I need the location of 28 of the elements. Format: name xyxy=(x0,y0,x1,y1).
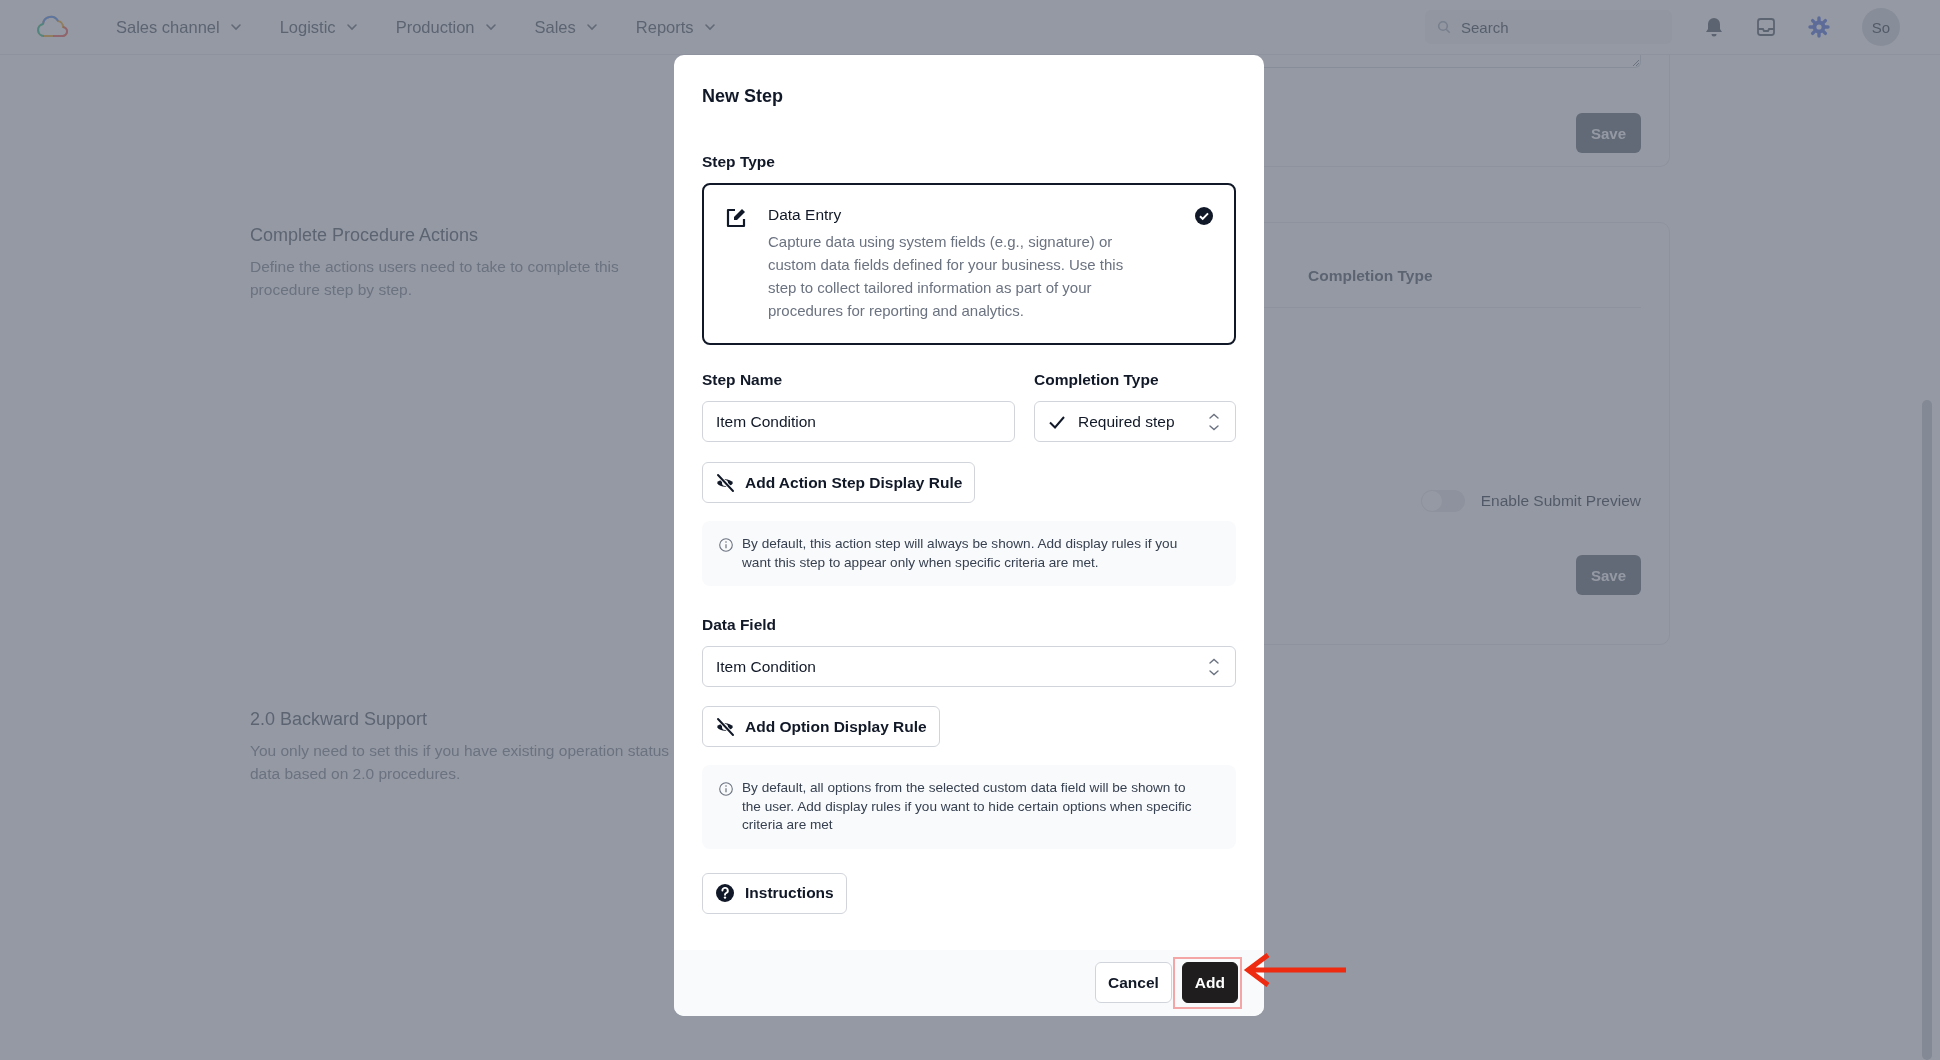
info-note: By default, this action step will always be shown. Add display rules if you want this step to appear only when specific criteria are met. xyxy=(742,535,1179,572)
dialog-title: New Step xyxy=(702,86,785,107)
check-circle-icon xyxy=(1194,206,1214,226)
info-icon xyxy=(718,781,734,797)
info-icon xyxy=(718,537,734,553)
option-title: Data Entry xyxy=(768,206,843,224)
display-rule-button[interactable]: Add Option Display Rule xyxy=(702,706,940,747)
display-rule-button[interactable]: Add Action Step Display Rule xyxy=(702,462,976,503)
edit-icon xyxy=(724,206,748,230)
select-field[interactable]: Required step xyxy=(1034,401,1236,442)
section-title: Complete Procedure Actions xyxy=(250,225,480,246)
field-label: Step Name xyxy=(702,371,784,389)
select-field[interactable]: Item Condition xyxy=(702,646,1236,687)
text-field[interactable]: Item Condition xyxy=(702,401,1015,442)
info-note: By default, all options from the selected custom data field will be shown to the user. Add display rules if you want to hide certain options when specific criteria are met xyxy=(742,779,1193,834)
question-circle-icon xyxy=(715,883,735,903)
highlight-frame xyxy=(1173,956,1242,1009)
field-label: Completion Type xyxy=(1034,371,1160,389)
instructions-button[interactable]: Instructions xyxy=(702,872,847,914)
step-type-option[interactable] xyxy=(702,183,1236,345)
field-label: Data Field xyxy=(702,616,778,634)
toggle-label: Enable Submit Preview xyxy=(1480,492,1641,510)
field-label: Step Type xyxy=(702,153,776,171)
section-title: 2.0 Backward Support xyxy=(250,709,429,730)
eye-slash-icon xyxy=(715,472,735,493)
cancel-button[interactable]: Cancel xyxy=(1095,962,1172,1003)
add-button[interactable]: Add xyxy=(1181,962,1238,1003)
eye-slash-icon xyxy=(715,716,735,737)
